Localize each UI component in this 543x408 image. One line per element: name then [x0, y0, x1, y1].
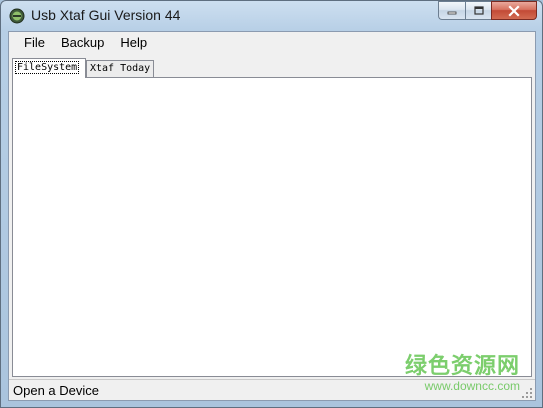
resize-grip-icon[interactable] [521, 387, 533, 399]
title-bar[interactable]: Usb Xtaf Gui Version 44 [1, 1, 542, 31]
close-button[interactable] [491, 1, 537, 20]
minimize-icon [447, 11, 457, 14]
menu-backup[interactable]: Backup [53, 32, 112, 54]
tab-xtaf-today-label: Xtaf Today [90, 63, 151, 74]
status-text: Open a Device [13, 383, 99, 398]
close-icon [508, 4, 520, 17]
tab-filesystem[interactable]: FileSystem [12, 58, 86, 78]
status-bar: Open a Device [9, 379, 535, 401]
app-icon[interactable] [9, 8, 25, 24]
filesystem-panel[interactable] [12, 77, 532, 377]
maximize-icon [473, 5, 484, 15]
window-title: Usb Xtaf Gui Version 44 [31, 7, 181, 23]
app-window: Usb Xtaf Gui Version 44 File Backup Help… [0, 0, 543, 408]
menu-file[interactable]: File [16, 32, 53, 54]
tab-filesystem-label: FileSystem [14, 61, 80, 74]
maximize-button[interactable] [465, 1, 491, 20]
minimize-button[interactable] [438, 1, 465, 20]
menu-help[interactable]: Help [112, 32, 155, 54]
client-area: File Backup Help FileSystem Xtaf Today O… [8, 31, 536, 401]
caption-buttons [438, 1, 537, 22]
tab-xtaf-today[interactable]: Xtaf Today [86, 60, 154, 77]
menu-bar: File Backup Help [9, 32, 535, 54]
